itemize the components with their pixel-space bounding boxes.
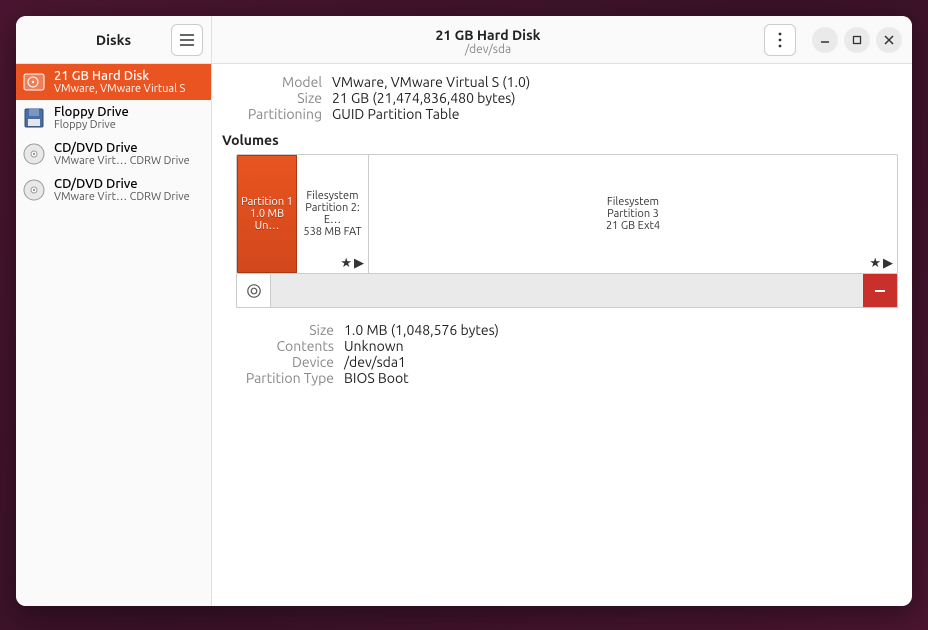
delete-partition-button[interactable]: [863, 274, 897, 307]
device-label: Device: [222, 354, 334, 370]
contents-label: Contents: [222, 338, 334, 354]
device-title: 21 GB Hard Disk: [54, 69, 185, 83]
menu-button[interactable]: [171, 24, 203, 56]
hdd-icon: [20, 68, 48, 96]
device-item[interactable]: Floppy DriveFloppy Drive: [16, 100, 211, 136]
device-subtitle: Floppy Drive: [54, 119, 129, 131]
cd-icon: [20, 140, 48, 168]
device-item[interactable]: CD/DVD DriveVMware Virt… CDRW Drive: [16, 172, 211, 208]
partition-block[interactable]: Partition 11.0 MB Un…: [237, 155, 297, 273]
app-title: Disks: [96, 32, 131, 48]
floppy-icon: [20, 104, 48, 132]
partitioning-label: Partitioning: [222, 106, 322, 122]
device-text: Floppy DriveFloppy Drive: [54, 105, 129, 131]
device-title: CD/DVD Drive: [54, 141, 190, 155]
volume-actions: [236, 274, 898, 308]
model-label: Model: [222, 74, 322, 90]
volumes-heading: Volumes: [222, 132, 898, 148]
partition-label-2: Partition 3: [607, 208, 659, 220]
drive-options-button[interactable]: [764, 24, 796, 56]
partition-label-2: 1.0 MB Un…: [238, 208, 296, 232]
gear-icon: [246, 283, 262, 299]
ptype-label: Partition Type: [222, 370, 334, 386]
device-text: 21 GB Hard DiskVMware, VMware Virtual S: [54, 69, 185, 95]
device-subtitle: VMware, VMware Virtual S: [54, 83, 185, 95]
partition-options-button[interactable]: [237, 274, 271, 307]
close-button[interactable]: [876, 27, 902, 53]
disk-info: Model VMware, VMware Virtual S (1.0) Siz…: [222, 74, 898, 122]
partition-indicators: ★▶: [340, 256, 364, 271]
play-icon: ▶: [883, 256, 893, 271]
device-title: Floppy Drive: [54, 105, 129, 119]
cd-icon: [20, 176, 48, 204]
psize-value: 1.0 MB (1,048,576 bytes): [344, 322, 898, 338]
partition-indicators: ★▶: [869, 256, 893, 271]
device-text: CD/DVD DriveVMware Virt… CDRW Drive: [54, 177, 190, 203]
kebab-icon: [778, 32, 782, 48]
device-item[interactable]: CD/DVD DriveVMware Virt… CDRW Drive: [16, 136, 211, 172]
disks-window: Disks 21 GB Hard Disk /dev/sda 21 GB: [16, 16, 912, 606]
partition-label-2: Partition 2: E…: [297, 202, 368, 226]
partition-label-1: Filesystem: [306, 190, 358, 202]
window-title: 21 GB Hard Disk: [212, 27, 764, 43]
partition-block[interactable]: FilesystemPartition 321 GB Ext4 ★▶: [369, 155, 897, 273]
minimize-icon: [820, 35, 830, 45]
partition-label-1: Filesystem: [607, 196, 659, 208]
action-spacer: [271, 274, 863, 307]
titlebar-right: [764, 24, 912, 56]
volumes-box: Partition 11.0 MB Un…FilesystemPartition…: [236, 154, 898, 274]
psize-label: Size: [222, 322, 334, 338]
maximize-button[interactable]: [844, 27, 870, 53]
partition-detail: Size 1.0 MB (1,048,576 bytes) Contents U…: [222, 322, 898, 386]
size-value: 21 GB (21,474,836,480 bytes): [332, 90, 898, 106]
maximize-icon: [852, 35, 862, 45]
titlebar: Disks 21 GB Hard Disk /dev/sda: [16, 16, 912, 64]
minimize-button[interactable]: [812, 27, 838, 53]
body: 21 GB Hard DiskVMware, VMware Virtual S F…: [16, 64, 912, 606]
device-sidebar: 21 GB Hard DiskVMware, VMware Virtual S F…: [16, 64, 212, 606]
partition-label-1: Partition 1: [241, 196, 293, 208]
play-icon: ▶: [354, 256, 364, 271]
size-label: Size: [222, 90, 322, 106]
titlebar-left: Disks: [16, 16, 212, 63]
device-value: /dev/sda1: [344, 354, 898, 370]
partitioning-value: GUID Partition Table: [332, 106, 898, 122]
star-icon: ★: [869, 256, 881, 271]
main-panel: Model VMware, VMware Virtual S (1.0) Siz…: [212, 64, 912, 606]
model-value: VMware, VMware Virtual S (1.0): [332, 74, 898, 90]
titlebar-center: 21 GB Hard Disk /dev/sda: [212, 23, 764, 57]
star-icon: ★: [340, 256, 352, 271]
device-title: CD/DVD Drive: [54, 177, 190, 191]
volumes-container: Partition 11.0 MB Un…FilesystemPartition…: [236, 154, 898, 308]
hamburger-icon: [180, 34, 194, 46]
contents-value: Unknown: [344, 338, 898, 354]
partition-label-3: 21 GB Ext4: [606, 220, 660, 232]
device-subtitle: VMware Virt… CDRW Drive: [54, 155, 190, 167]
device-item[interactable]: 21 GB Hard DiskVMware, VMware Virtual S: [16, 64, 211, 100]
device-subtitle: VMware Virt… CDRW Drive: [54, 191, 190, 203]
close-icon: [884, 35, 894, 45]
window-subtitle: /dev/sda: [212, 43, 764, 57]
device-text: CD/DVD DriveVMware Virt… CDRW Drive: [54, 141, 190, 167]
partition-block[interactable]: FilesystemPartition 2: E…538 MB FAT ★▶: [297, 155, 369, 273]
minus-icon: [873, 284, 887, 298]
ptype-value: BIOS Boot: [344, 370, 898, 386]
partition-label-3: 538 MB FAT: [303, 226, 361, 238]
